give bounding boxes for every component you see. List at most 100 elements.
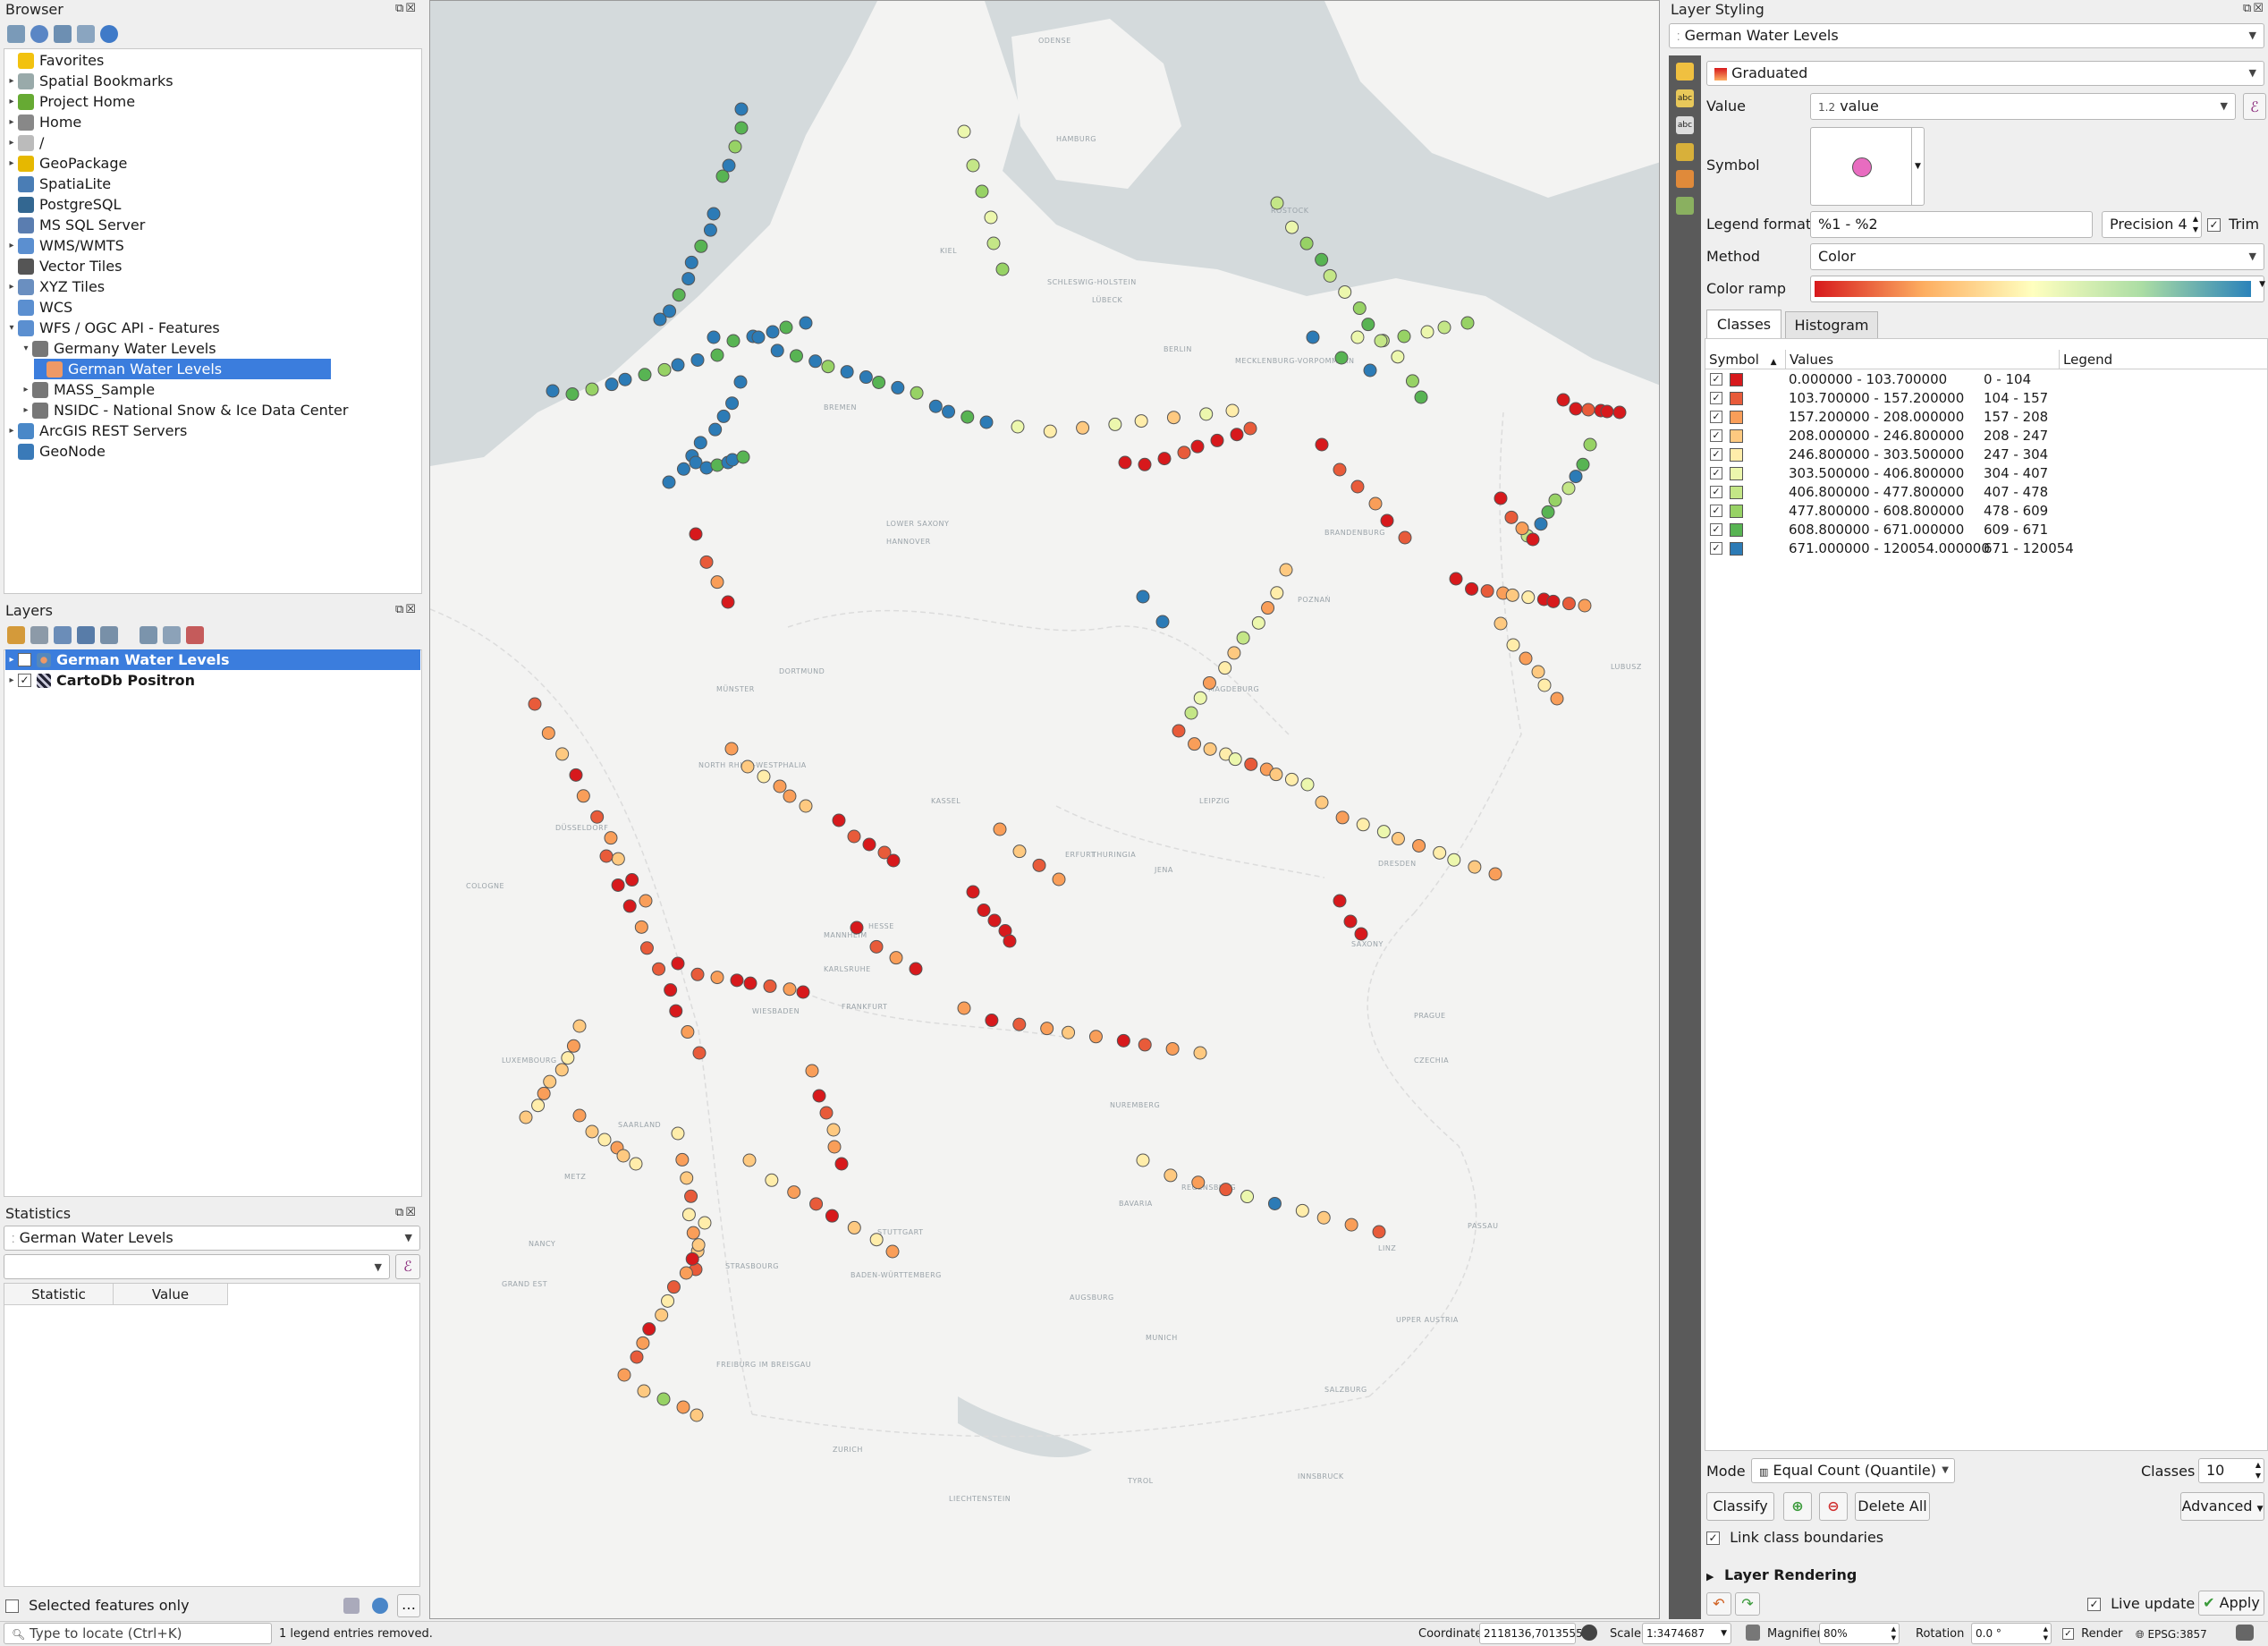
class-legend[interactable]: 478 - 609 bbox=[1984, 502, 2048, 521]
water-level-point[interactable] bbox=[1315, 437, 1329, 452]
water-level-point[interactable] bbox=[1188, 737, 1202, 751]
class-legend[interactable]: 0 - 104 bbox=[1984, 370, 2031, 389]
class-symbol-swatch[interactable] bbox=[1730, 411, 1743, 424]
legend-format-input[interactable]: %1 - %2 bbox=[1810, 211, 2093, 238]
water-level-point[interactable] bbox=[909, 962, 923, 976]
water-level-point[interactable] bbox=[611, 852, 625, 866]
water-level-point[interactable] bbox=[565, 387, 580, 402]
water-level-point[interactable] bbox=[827, 1140, 842, 1154]
class-values[interactable]: 208.000000 - 246.800000 bbox=[1789, 427, 1964, 445]
water-level-point[interactable] bbox=[1003, 934, 1017, 948]
water-level-point[interactable] bbox=[966, 158, 980, 173]
water-level-point[interactable] bbox=[740, 759, 755, 774]
class-visibility-checkbox[interactable]: ✓ bbox=[1710, 448, 1722, 461]
water-level-point[interactable] bbox=[1261, 601, 1275, 615]
statistics-dock-buttons[interactable]: ⧉☒ bbox=[395, 1206, 418, 1219]
water-level-point[interactable] bbox=[1228, 752, 1242, 767]
water-level-point[interactable] bbox=[1218, 661, 1232, 675]
browser-item[interactable]: Favorites bbox=[5, 50, 104, 71]
class-visibility-checkbox[interactable]: ✓ bbox=[1710, 373, 1722, 386]
water-level-point[interactable] bbox=[869, 1233, 884, 1247]
water-level-point[interactable] bbox=[1515, 522, 1529, 536]
water-level-point[interactable] bbox=[1354, 927, 1368, 941]
class-values[interactable]: 246.800000 - 303.500000 bbox=[1789, 445, 1964, 464]
water-level-point[interactable] bbox=[1548, 493, 1562, 507]
water-level-point[interactable] bbox=[1488, 867, 1502, 881]
apply-button[interactable]: ✔ Apply bbox=[2198, 1591, 2264, 1616]
water-level-point[interactable] bbox=[1398, 530, 1412, 545]
water-level-point[interactable] bbox=[1546, 594, 1561, 608]
water-level-point[interactable] bbox=[611, 878, 625, 892]
water-level-point[interactable] bbox=[862, 837, 876, 852]
undo-button[interactable]: ↶ bbox=[1706, 1592, 1731, 1616]
water-level-point[interactable] bbox=[710, 971, 724, 985]
classes-header-symbol[interactable]: Symbol ▲ bbox=[1705, 350, 1786, 369]
water-level-point[interactable] bbox=[1338, 284, 1352, 299]
water-level-point[interactable] bbox=[872, 375, 886, 389]
trim-option[interactable]: ✓ Trim bbox=[2207, 215, 2259, 234]
water-level-point[interactable] bbox=[819, 1106, 834, 1120]
class-legend[interactable]: 157 - 208 bbox=[1984, 408, 2048, 427]
water-level-point[interactable] bbox=[1368, 496, 1383, 511]
water-level-point[interactable] bbox=[618, 372, 632, 386]
water-level-point[interactable] bbox=[566, 1039, 580, 1053]
class-visibility-checkbox[interactable]: ✓ bbox=[1710, 523, 1722, 536]
water-level-point[interactable] bbox=[1344, 1218, 1358, 1232]
classify-button[interactable]: Classify bbox=[1706, 1492, 1774, 1521]
water-level-point[interactable] bbox=[691, 1238, 706, 1252]
water-level-point[interactable] bbox=[1350, 479, 1365, 494]
water-level-point[interactable] bbox=[783, 982, 797, 997]
water-level-point[interactable] bbox=[543, 1074, 557, 1089]
water-level-point[interactable] bbox=[1534, 517, 1548, 531]
value-expression-button[interactable]: ℰ bbox=[2243, 93, 2266, 120]
water-level-point[interactable] bbox=[993, 822, 1007, 836]
magnifier-spinbox[interactable]: 80% ▲ ▼ bbox=[1819, 1623, 1900, 1644]
browser-item[interactable]: ▸ XYZ Tiles bbox=[5, 276, 105, 297]
water-level-point[interactable] bbox=[710, 575, 724, 590]
water-level-point[interactable] bbox=[690, 352, 705, 367]
class-visibility-checkbox[interactable]: ✓ bbox=[1710, 411, 1722, 423]
water-level-point[interactable] bbox=[1494, 491, 1508, 505]
statistics-field-select[interactable]: ▼ bbox=[4, 1254, 390, 1279]
water-level-point[interactable] bbox=[1134, 414, 1148, 428]
water-level-point[interactable] bbox=[1449, 572, 1463, 586]
mode-select[interactable]: ▥ Equal Count (Quantile) ▼ bbox=[1751, 1458, 1955, 1483]
water-level-point[interactable] bbox=[1550, 691, 1564, 706]
water-level-point[interactable] bbox=[850, 921, 864, 935]
water-level-point[interactable] bbox=[783, 789, 797, 803]
water-level-point[interactable] bbox=[1583, 437, 1597, 452]
water-level-point[interactable] bbox=[637, 1384, 651, 1398]
masks-icon[interactable]: abc bbox=[1676, 116, 1694, 134]
water-level-point[interactable] bbox=[625, 873, 639, 887]
water-level-point[interactable] bbox=[1225, 403, 1240, 418]
water-level-point[interactable] bbox=[662, 475, 676, 489]
symbol-preview-button[interactable]: ▼ bbox=[1810, 127, 1925, 206]
water-level-point[interactable] bbox=[809, 1197, 824, 1211]
expand-arrow-icon[interactable]: ▸ bbox=[5, 153, 18, 174]
refresh-icon[interactable] bbox=[30, 25, 48, 43]
water-level-point[interactable] bbox=[1334, 351, 1349, 365]
water-level-point[interactable] bbox=[1136, 590, 1150, 604]
link-class-boundaries-option[interactable]: ✓ Link class boundaries bbox=[1706, 1528, 1883, 1548]
water-level-point[interactable] bbox=[1116, 1033, 1130, 1048]
water-level-point[interactable] bbox=[726, 334, 740, 348]
browser-item[interactable]: ▾ Germany Water Levels bbox=[20, 338, 216, 359]
classes-count-spinbox[interactable]: 10 ▲ ▼ bbox=[2198, 1458, 2264, 1483]
redo-button[interactable]: ↷ bbox=[1735, 1592, 1760, 1616]
water-level-point[interactable] bbox=[1012, 844, 1027, 859]
water-level-point[interactable] bbox=[1380, 513, 1394, 528]
classes-header-values[interactable]: Values bbox=[1786, 350, 2060, 369]
value-field-select[interactable]: 1.2 value ▼ bbox=[1810, 93, 2236, 120]
water-level-point[interactable] bbox=[576, 789, 590, 803]
water-level-point[interactable] bbox=[834, 1157, 849, 1171]
map-canvas[interactable]: BERLIN HAMBURG BREMEN HANNOVER LEIPZIG DRESDE… bbox=[429, 0, 1660, 1619]
spin-arrows-icon[interactable]: ▲ ▼ bbox=[1891, 1625, 1896, 1642]
water-level-point[interactable] bbox=[671, 1126, 685, 1141]
water-level-point[interactable] bbox=[757, 769, 771, 784]
class-values[interactable]: 103.700000 - 157.200000 bbox=[1789, 389, 1964, 408]
class-legend[interactable]: 247 - 304 bbox=[1984, 445, 2048, 464]
water-level-point[interactable] bbox=[1040, 1022, 1054, 1036]
browser-item[interactable]: ▸ ArcGIS REST Servers bbox=[5, 420, 187, 441]
water-level-point[interactable] bbox=[1363, 363, 1377, 378]
water-level-point[interactable] bbox=[1184, 706, 1198, 720]
